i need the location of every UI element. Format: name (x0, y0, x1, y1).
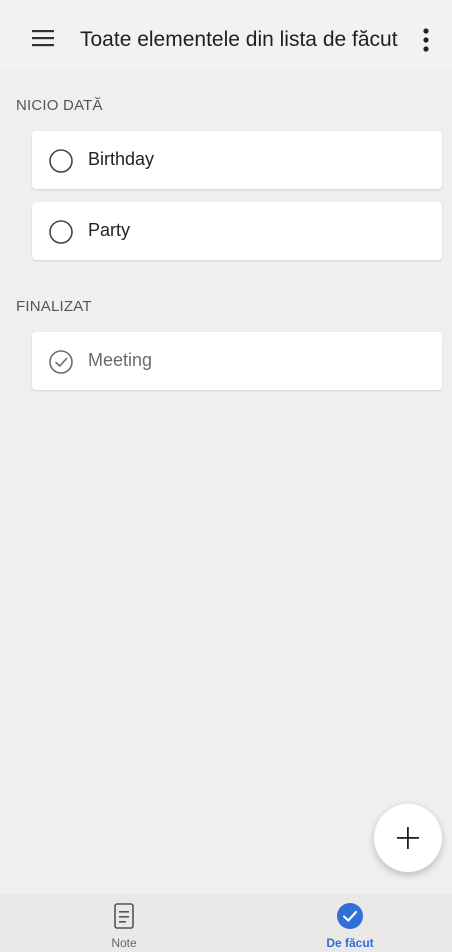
add-item-button[interactable] (374, 804, 442, 872)
todo-item-label: Party (88, 220, 131, 240)
more-vertical-icon[interactable] (412, 22, 440, 58)
bottom-navigation: Note De făcut (0, 894, 452, 952)
todo-item-label: Meeting (88, 350, 153, 370)
nav-tab-label: De făcut (326, 936, 374, 950)
page-title: Toate elementele din lista de făcut (80, 28, 398, 51)
section-header-no-date: NICIO DATĂ (16, 97, 103, 114)
checked-circle-icon[interactable] (48, 349, 74, 375)
unchecked-circle-icon[interactable] (48, 148, 74, 174)
top-app-bar: Toate elementele din lista de făcut (0, 0, 452, 70)
todo-item-birthday[interactable]: Birthday (32, 131, 442, 189)
hamburger-menu-icon[interactable] (24, 26, 60, 54)
checkmark-circle-icon (336, 902, 364, 935)
nav-tab-label: Note (111, 936, 137, 950)
section-header-completed: FINALIZAT (16, 298, 92, 315)
todo-item-party[interactable]: Party (32, 202, 442, 260)
note-document-icon (113, 902, 135, 935)
nav-tab-note[interactable]: Note (64, 894, 184, 952)
nav-tab-todo[interactable]: De făcut (290, 894, 410, 952)
todo-item-meeting[interactable]: Meeting (32, 332, 442, 390)
plus-icon (397, 827, 419, 849)
todo-item-label: Birthday (88, 149, 155, 169)
unchecked-circle-icon[interactable] (48, 219, 74, 245)
